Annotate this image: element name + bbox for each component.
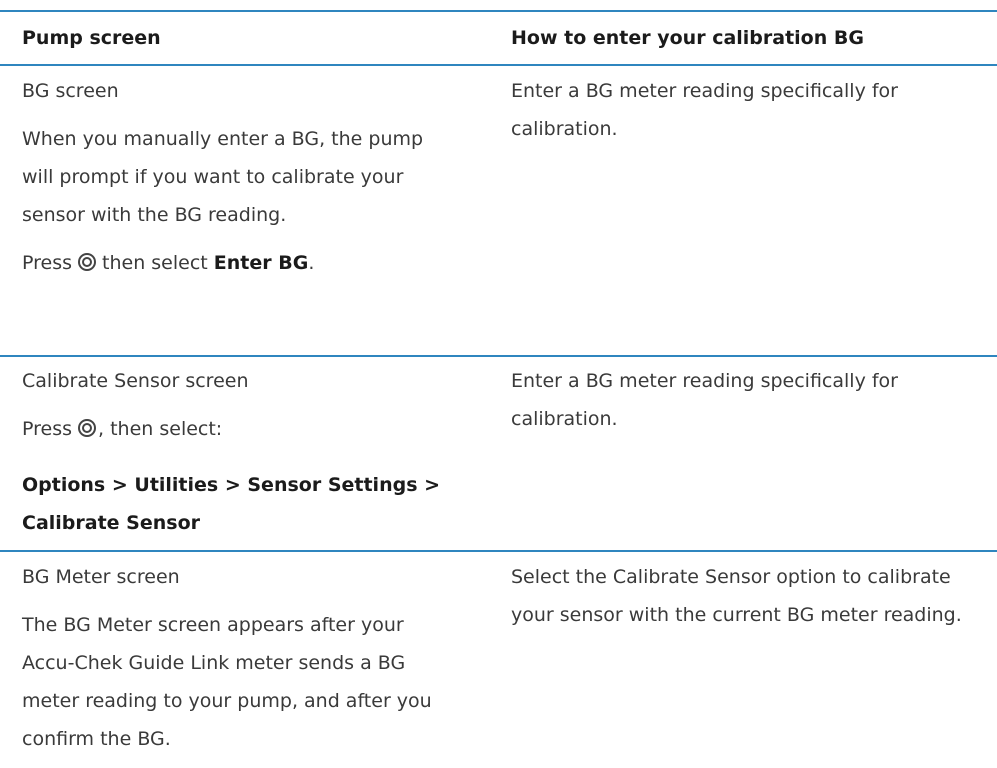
row-rule-2: [0, 550, 997, 552]
enter-bg-label: Enter BG: [213, 252, 309, 274]
row-instruction: Press then select Enter BG.: [22, 244, 452, 282]
then-select-text: , then select:: [98, 418, 223, 440]
header-pump-screen: Pump screen: [22, 27, 161, 49]
header-rule: [0, 64, 997, 66]
header-calibration-bg: How to enter your calibration BG: [511, 27, 864, 49]
then-select-text: then select: [102, 252, 208, 274]
period: .: [308, 252, 315, 274]
table-row: BG screen When you manually enter a BG, …: [22, 72, 452, 282]
press-text: Press: [22, 252, 73, 274]
row-description: The BG Meter screen appears after your A…: [22, 614, 432, 750]
table-row: BG Meter screen The BG Meter screen appe…: [22, 558, 452, 758]
press-text: Press: [22, 418, 73, 440]
row-method: Enter a BG meter reading specifically fo…: [511, 370, 898, 430]
row-title: Calibrate Sensor screen: [22, 370, 249, 392]
row-rule-1: [0, 355, 997, 357]
table-row: Calibrate Sensor screen Press , then sele…: [22, 362, 452, 542]
row-instruction: Press , then select:: [22, 410, 452, 448]
row-method: Select the Calibrate Sensor option to ca…: [511, 566, 962, 626]
table-top-rule: [0, 10, 997, 12]
row-description: When you manually enter a BG, the pump w…: [22, 128, 424, 226]
menu-path: Options > Utilities > Sensor Settings > …: [22, 474, 441, 534]
select-button-icon: [78, 418, 97, 437]
row-title: BG Meter screen: [22, 566, 180, 588]
row-method: Enter a BG meter reading specifically fo…: [511, 80, 898, 140]
row-title: BG screen: [22, 80, 119, 102]
select-button-icon: [78, 252, 97, 271]
